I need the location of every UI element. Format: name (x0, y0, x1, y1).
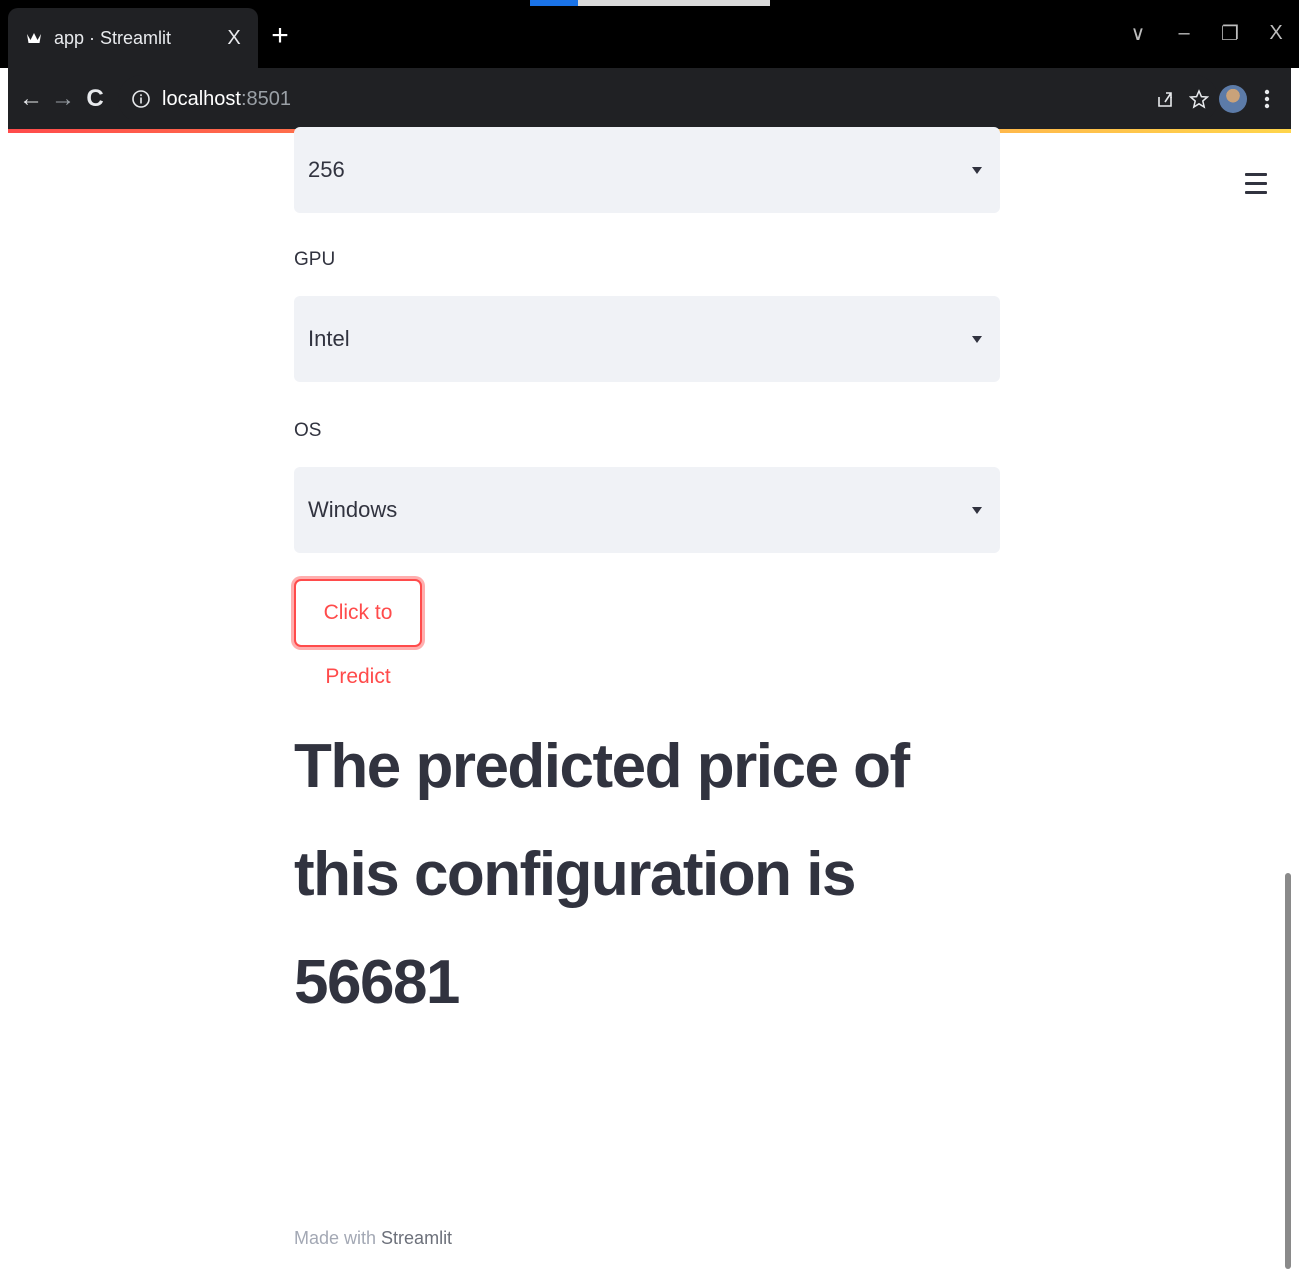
url-host: localhost (162, 87, 241, 110)
storage-select[interactable]: 256 (294, 127, 1000, 213)
streamlit-crown-icon (26, 30, 42, 46)
profile-avatar[interactable] (1216, 82, 1250, 116)
chevron-down-icon (972, 335, 982, 343)
os-select-value: Windows (308, 497, 398, 522)
bookmark-star-icon[interactable] (1182, 82, 1216, 116)
footer-streamlit-link[interactable]: Streamlit (381, 1228, 452, 1248)
chevron-down-icon (972, 166, 982, 174)
kebab-menu-icon[interactable] (1250, 82, 1284, 116)
os-select[interactable]: Windows (294, 467, 1000, 553)
browser-tab[interactable]: app · Streamlit X (8, 8, 258, 68)
minimize-button[interactable]: – (1161, 22, 1207, 45)
toolbar-actions (1148, 80, 1284, 118)
loading-indicator (530, 0, 770, 6)
gpu-select[interactable]: Intel (294, 296, 1000, 382)
chevron-down-icon (972, 506, 982, 514)
share-icon[interactable] (1148, 82, 1182, 116)
loading-indicator-track (578, 0, 770, 6)
page-scrollbar[interactable] (1285, 873, 1291, 1269)
tab-close-icon[interactable]: X (224, 27, 244, 50)
site-info-icon[interactable] (130, 88, 152, 110)
storage-select-value: 256 (308, 157, 345, 182)
app-page: 256 GPU Intel OS Windows Click to Predic… (0, 127, 1299, 1269)
reload-icon[interactable]: C (80, 82, 110, 116)
new-tab-button[interactable]: + (266, 18, 294, 54)
avatar (1219, 85, 1247, 113)
predict-button[interactable]: Click to Predict (294, 579, 422, 688)
os-label: OS (294, 420, 322, 441)
predicted-price-heading: The predicted price of this configuratio… (294, 732, 910, 1017)
restore-button[interactable]: ❐ (1207, 21, 1253, 46)
url-port: :8501 (240, 87, 291, 110)
gpu-select-value: Intel (308, 326, 350, 351)
window-controls: ∨ – ❐ X (1115, 8, 1299, 58)
tab-search-icon[interactable]: ∨ (1115, 21, 1161, 46)
back-arrow-icon[interactable]: ← (16, 82, 46, 116)
address-bar[interactable]: localhost :8501 (118, 75, 1218, 123)
forward-arrow-icon[interactable]: → (48, 82, 78, 116)
browser-titlebar: app · Streamlit X + ∨ – ❐ X (0, 0, 1299, 68)
tab-title: app · Streamlit (54, 27, 172, 48)
hamburger-menu-icon[interactable] (1245, 173, 1267, 195)
gpu-label: GPU (294, 249, 336, 270)
footer-made-with: Made with (294, 1228, 382, 1248)
footer: Made with Streamlit (294, 1228, 452, 1249)
browser-toolbar: ← → C localhost :8501 (8, 68, 1291, 130)
close-window-button[interactable]: X (1253, 22, 1299, 45)
loading-indicator-progress (530, 0, 578, 6)
